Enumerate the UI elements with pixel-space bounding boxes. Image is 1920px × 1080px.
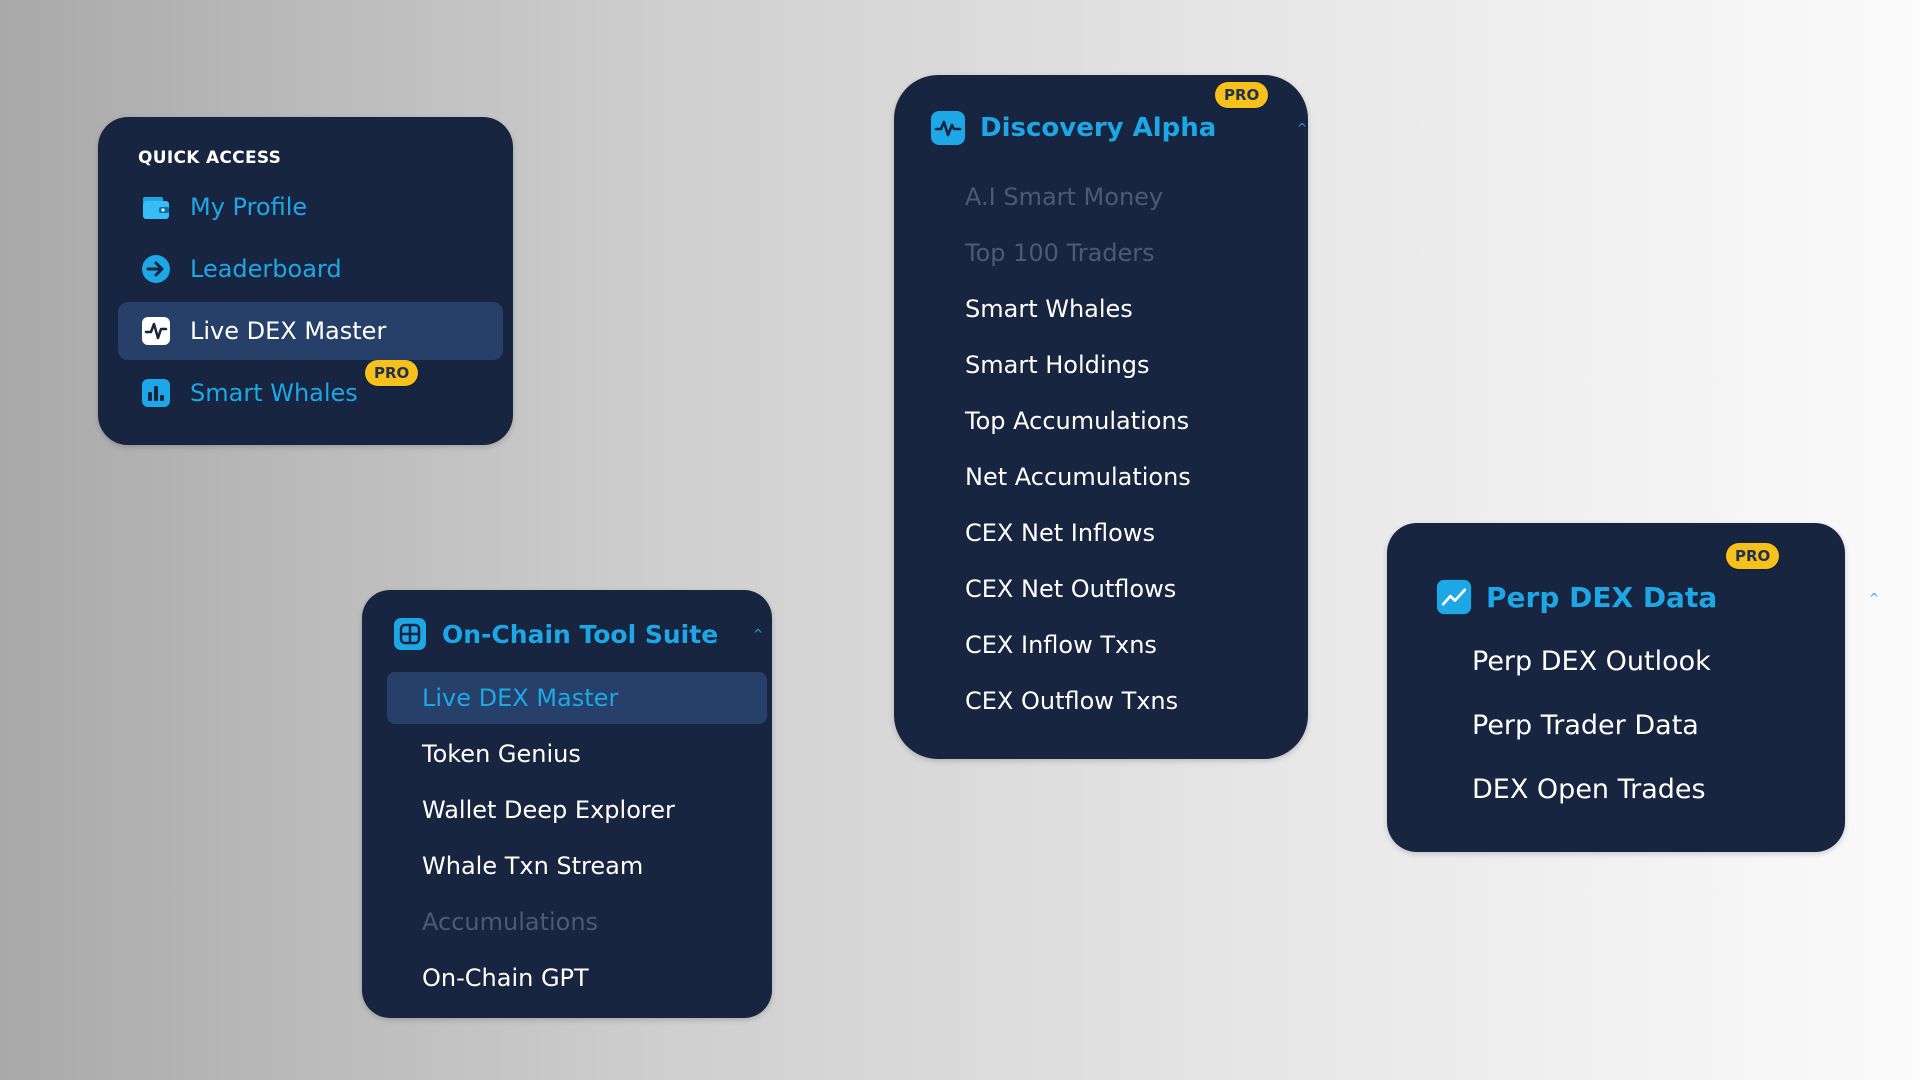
quick-access-header: QUICK ACCESS xyxy=(138,148,282,168)
perp-dex-data-panel: Perp DEX Data ^ PRO Perp DEX Outlook Per… xyxy=(1387,523,1879,852)
quick-access-label: Leaderboard xyxy=(190,255,342,283)
menu-item-dex-open-trades[interactable]: DEX Open Trades xyxy=(1387,757,1845,821)
discovery-alpha-header[interactable]: Discovery Alpha ^ PRO xyxy=(930,82,1308,149)
menu-item-perp-trader-data[interactable]: Perp Trader Data xyxy=(1387,693,1845,757)
chevron-up-icon[interactable]: ^ xyxy=(753,628,763,640)
pro-badge: PRO xyxy=(1215,82,1269,108)
menu-item-accumulations: Accumulations xyxy=(422,908,599,936)
perp-dex-data-header[interactable]: Perp DEX Data ^ PRO xyxy=(1436,543,1879,619)
menu-item-on-chain-gpt[interactable]: On-Chain GPT xyxy=(387,952,767,1004)
arrow-right-circle-icon xyxy=(140,253,172,285)
discovery-alpha-panel: Discovery Alpha ^ PRO A.I Smart Money To… xyxy=(894,75,1308,759)
menu-item-cex-net-inflows[interactable]: CEX Net Inflows xyxy=(894,505,1308,561)
pulse-icon xyxy=(930,110,966,146)
onchain-tool-suite-list: Live DEX Master Token Genius Wallet Deep… xyxy=(362,672,772,1004)
menu-item-live-dex-master[interactable]: Live DEX Master xyxy=(387,672,767,724)
quick-access-list: My Profile Leaderboard Live DEX Master S… xyxy=(98,178,513,422)
quick-access-item-leaderboard[interactable]: Leaderboard xyxy=(118,240,503,298)
chevron-up-icon[interactable]: ^ xyxy=(1297,122,1307,134)
grid-icon xyxy=(392,616,428,652)
menu-item-top-accumulations[interactable]: Top Accumulations xyxy=(894,393,1308,449)
chevron-up-icon[interactable]: ^ xyxy=(1869,592,1879,604)
quick-access-panel: QUICK ACCESS My Profile Leaderboard Live… xyxy=(98,117,513,445)
pro-badge: PRO xyxy=(365,360,419,386)
quick-access-label: Live DEX Master xyxy=(190,317,387,345)
menu-item-net-accumulations[interactable]: Net Accumulations xyxy=(894,449,1308,505)
quick-access-item-my-profile[interactable]: My Profile xyxy=(118,178,503,236)
pro-badge: PRO xyxy=(1726,543,1780,569)
section-title: Discovery Alpha xyxy=(980,113,1217,143)
quick-access-label: Smart Whales xyxy=(190,379,358,407)
bar-chart-icon xyxy=(140,377,172,409)
wallet-icon xyxy=(140,191,172,223)
menu-item-perp-dex-outlook[interactable]: Perp DEX Outlook xyxy=(1387,629,1845,693)
discovery-alpha-list: A.I Smart Money Top 100 Traders Smart Wh… xyxy=(894,169,1308,729)
perp-dex-data-list: Perp DEX Outlook Perp Trader Data DEX Op… xyxy=(1387,629,1845,821)
menu-item-wallet-deep-explorer[interactable]: Wallet Deep Explorer xyxy=(387,784,767,836)
onchain-tool-suite-panel: On-Chain Tool Suite ^ Live DEX Master To… xyxy=(362,590,772,1018)
quick-access-item-live-dex-master[interactable]: Live DEX Master xyxy=(118,302,503,360)
menu-item-cex-net-outflows[interactable]: CEX Net Outflows xyxy=(894,561,1308,617)
menu-item-cex-outflow-txns[interactable]: CEX Outflow Txns xyxy=(894,673,1308,729)
activity-icon xyxy=(140,315,172,347)
quick-access-item-smart-whales[interactable]: Smart Whales PRO xyxy=(118,360,503,422)
menu-item-smart-whales[interactable]: Smart Whales xyxy=(894,281,1308,337)
menu-item-top-100-traders: Top 100 Traders xyxy=(965,239,1155,267)
trend-line-icon xyxy=(1436,579,1472,615)
quick-access-label: My Profile xyxy=(190,193,308,221)
menu-item-ai-smart-money: A.I Smart Money xyxy=(965,183,1164,211)
onchain-tool-suite-header[interactable]: On-Chain Tool Suite ^ xyxy=(392,612,772,656)
section-title: On-Chain Tool Suite xyxy=(442,619,719,649)
section-title: Perp DEX Data xyxy=(1486,580,1718,614)
menu-item-token-genius[interactable]: Token Genius xyxy=(387,728,767,780)
menu-item-cex-inflow-txns[interactable]: CEX Inflow Txns xyxy=(894,617,1308,673)
menu-item-smart-holdings[interactable]: Smart Holdings xyxy=(894,337,1308,393)
menu-item-whale-txn-stream[interactable]: Whale Txn Stream xyxy=(387,840,767,892)
